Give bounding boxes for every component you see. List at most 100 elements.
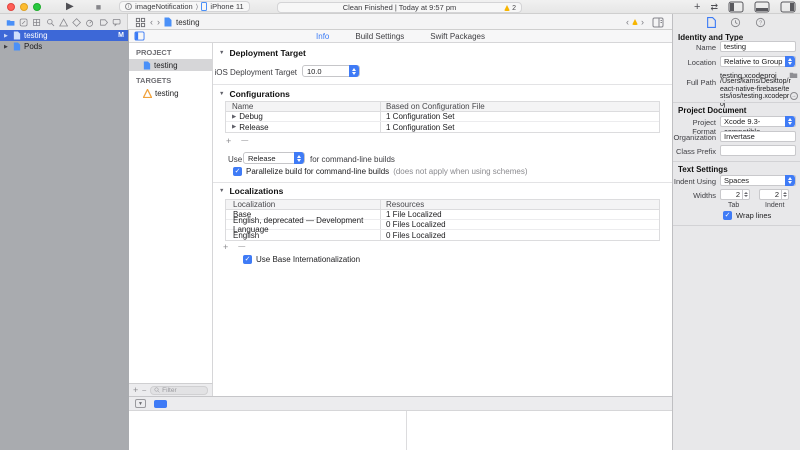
configurations-section[interactable]: ▼ Configurations bbox=[219, 89, 290, 99]
filter-field[interactable]: Filter bbox=[150, 386, 208, 395]
warning-badge[interactable]: 2 bbox=[504, 5, 516, 12]
source-control-status-badge: M bbox=[118, 32, 124, 39]
remove-target-button[interactable]: – bbox=[142, 387, 146, 394]
deployment-target-section[interactable]: ▼ Deployment Target bbox=[219, 48, 306, 58]
divider bbox=[673, 161, 800, 162]
app-target-icon bbox=[143, 89, 152, 98]
iphone-icon bbox=[201, 2, 207, 11]
previous-issue-button[interactable]: ‹ bbox=[626, 17, 629, 27]
project-section-header: PROJECT bbox=[129, 43, 212, 59]
navigator-item-testing[interactable]: ▶ testing M bbox=[0, 30, 128, 41]
add-localization-button[interactable]: + bbox=[223, 243, 228, 251]
minimize-window-button[interactable] bbox=[20, 3, 28, 11]
indent-using-dropdown[interactable]: Spaces bbox=[720, 175, 796, 186]
indent-width-stepper[interactable]: 2 bbox=[759, 189, 789, 200]
project-document-title: Project Document bbox=[678, 106, 746, 115]
svg-text:?: ? bbox=[759, 20, 762, 26]
sidebar-project-testing[interactable]: testing bbox=[129, 59, 212, 71]
organization-field[interactable]: Invertase bbox=[720, 131, 796, 142]
location-dropdown[interactable]: Relative to Group bbox=[720, 56, 796, 67]
name-field[interactable]: testing bbox=[720, 41, 796, 52]
run-button[interactable]: ▶ bbox=[60, 1, 80, 13]
stop-button[interactable]: ■ bbox=[90, 1, 107, 13]
table-row[interactable]: ▶Release 1 Configuration Set bbox=[226, 122, 659, 132]
next-issue-button[interactable]: › bbox=[641, 17, 644, 27]
issue-navigator-icon[interactable] bbox=[59, 17, 68, 28]
library-add-button[interactable]: + bbox=[694, 1, 700, 13]
stepper-icon[interactable] bbox=[742, 189, 749, 200]
navigator-item-pods[interactable]: ▶ Pods bbox=[0, 41, 128, 52]
table-header[interactable]: Localization Resources bbox=[226, 200, 659, 210]
variables-view[interactable] bbox=[129, 411, 407, 450]
close-window-button[interactable] bbox=[7, 3, 15, 11]
tab-info[interactable]: Info bbox=[316, 32, 329, 41]
remove-configuration-button[interactable]: — bbox=[241, 137, 248, 145]
add-configuration-button[interactable]: + bbox=[226, 137, 231, 145]
table-row[interactable]: ▶Debug 1 Configuration Set bbox=[226, 112, 659, 122]
add-target-button[interactable]: + bbox=[133, 385, 138, 395]
class-prefix-label: Class Prefix bbox=[673, 147, 716, 156]
issue-warning-icon[interactable] bbox=[632, 19, 638, 25]
section-disclosure-icon[interactable]: ▼ bbox=[219, 91, 224, 97]
command-line-config-dropdown[interactable]: Release bbox=[243, 152, 305, 164]
filter-icon bbox=[154, 387, 160, 393]
navigator-bar bbox=[0, 14, 128, 30]
file-inspector-panel: Identity and Type Name testing Location … bbox=[672, 30, 800, 450]
history-inspector-icon[interactable] bbox=[730, 17, 741, 28]
find-navigator-icon[interactable] bbox=[46, 17, 55, 28]
debug-area-toggle[interactable] bbox=[154, 400, 167, 408]
disclosure-icon[interactable]: ▶ bbox=[4, 44, 10, 50]
symbol-navigator-icon[interactable] bbox=[32, 17, 41, 28]
activity-view[interactable]: Clean Finished | Today at 9:57 pm 2 bbox=[277, 2, 522, 13]
dropdown-stepper-icon bbox=[785, 116, 795, 127]
toggle-navigator-button[interactable] bbox=[728, 1, 744, 13]
section-disclosure-icon[interactable]: ▼ bbox=[219, 50, 224, 56]
jump-bar: ‹ › testing ‹ › bbox=[129, 14, 672, 30]
tab-swift-packages[interactable]: Swift Packages bbox=[430, 32, 485, 41]
remove-localization-button[interactable]: — bbox=[238, 243, 245, 251]
debug-disclosure-icon[interactable]: ▼ bbox=[135, 399, 146, 408]
related-items-icon[interactable] bbox=[135, 17, 146, 28]
test-navigator-icon[interactable] bbox=[72, 17, 81, 28]
scheme-selector[interactable]: i imageNotification ⟩ iPhone 11 bbox=[119, 1, 250, 12]
parallelize-checkbox[interactable]: ✓ bbox=[233, 167, 242, 176]
table-header[interactable]: Name Based on Configuration File bbox=[226, 102, 659, 112]
row-disclosure-icon[interactable]: ▶ bbox=[232, 114, 236, 120]
reveal-arrow-icon[interactable]: → bbox=[790, 92, 798, 100]
jump-bar-file[interactable]: testing bbox=[176, 18, 200, 27]
class-prefix-field[interactable] bbox=[720, 145, 796, 156]
tab-width-stepper[interactable]: 2 bbox=[720, 189, 750, 200]
sidebar-target-testing[interactable]: testing bbox=[129, 87, 212, 99]
project-format-dropdown[interactable]: Xcode 9.3-compatible bbox=[720, 116, 796, 127]
use-base-internationalization-checkbox[interactable]: ✓ bbox=[243, 255, 252, 264]
tab-build-settings[interactable]: Build Settings bbox=[355, 32, 404, 41]
localizations-section[interactable]: ▼ Localizations bbox=[219, 186, 283, 196]
editor-options-icon[interactable] bbox=[652, 17, 664, 28]
back-button[interactable]: ‹ bbox=[150, 17, 153, 27]
editor-sidebar-toggle-icon[interactable] bbox=[134, 31, 145, 41]
breakpoint-navigator-icon[interactable] bbox=[99, 17, 108, 28]
debug-navigator-icon[interactable] bbox=[85, 17, 94, 28]
console-view[interactable] bbox=[407, 411, 672, 450]
disclosure-icon[interactable]: ▶ bbox=[4, 33, 10, 39]
table-row[interactable]: English 0 Files Localized bbox=[226, 230, 659, 240]
wrap-lines-checkbox[interactable]: ✓ bbox=[723, 211, 732, 220]
table-row[interactable]: English, deprecated — Development Langua… bbox=[226, 220, 659, 230]
editor-arrows-button[interactable]: ⇄ bbox=[710, 1, 718, 13]
zoom-window-button[interactable] bbox=[33, 3, 41, 11]
localizations-add-remove: + — bbox=[223, 243, 245, 251]
toggle-inspector-button[interactable] bbox=[780, 1, 796, 13]
quick-help-inspector-icon[interactable]: ? bbox=[755, 17, 766, 28]
row-disclosure-icon[interactable]: ▶ bbox=[232, 124, 236, 130]
report-navigator-icon[interactable] bbox=[112, 17, 121, 28]
configurations-add-remove: + — bbox=[226, 137, 248, 145]
toggle-debug-area-button[interactable] bbox=[754, 1, 770, 13]
section-disclosure-icon[interactable]: ▼ bbox=[219, 188, 224, 194]
stepper-icon[interactable] bbox=[781, 189, 788, 200]
source-control-navigator-icon[interactable] bbox=[19, 17, 28, 28]
file-inspector-icon[interactable] bbox=[707, 17, 716, 28]
project-navigator-icon[interactable] bbox=[6, 17, 15, 28]
project-editor-header: Info Build Settings Swift Packages bbox=[129, 30, 672, 43]
ios-deployment-target-dropdown[interactable]: 10.0 bbox=[302, 65, 360, 77]
forward-button[interactable]: › bbox=[157, 17, 160, 27]
